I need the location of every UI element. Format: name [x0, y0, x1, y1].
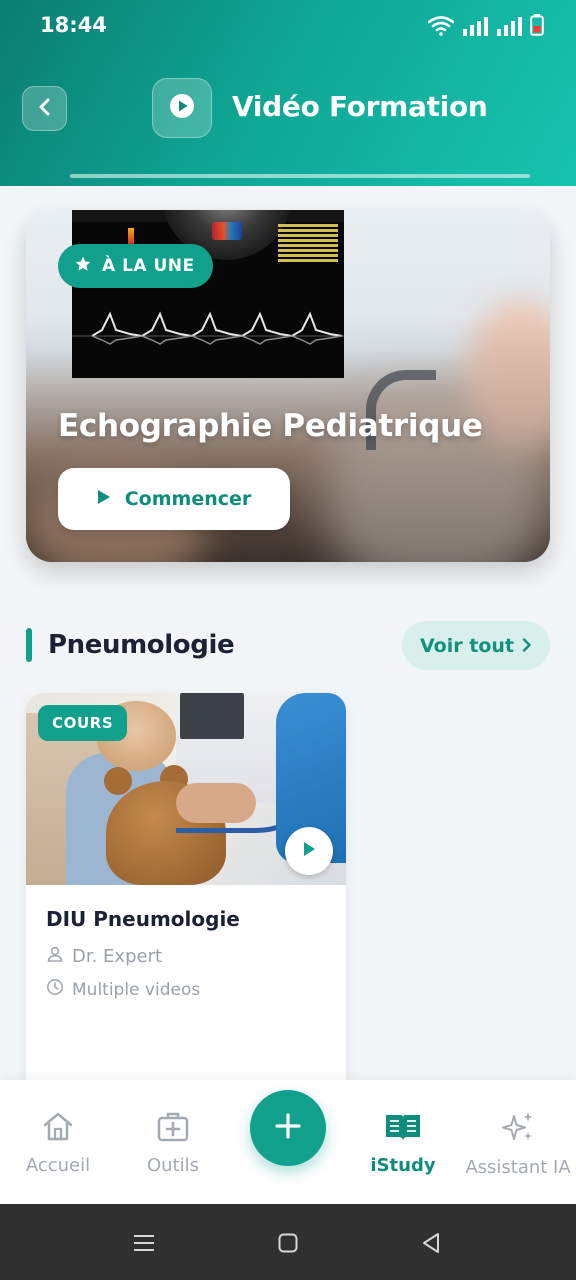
- course-title: DIU Pneumologie: [46, 907, 240, 931]
- bottom-navigation: Accueil Outils iStudy Assistant IA: [0, 1080, 576, 1204]
- featured-badge-label: À LA UNE: [102, 256, 195, 276]
- signal-icon: [496, 16, 522, 36]
- ultrasound-screen-image: [72, 210, 344, 378]
- course-author: Dr. Expert: [46, 945, 162, 968]
- play-circle-icon: [168, 92, 196, 124]
- course-play-button[interactable]: [285, 827, 333, 875]
- battery-low-icon: [530, 14, 544, 36]
- system-navigation-bar: [0, 1204, 576, 1280]
- nav-item-istudy[interactable]: iStudy: [343, 1110, 463, 1176]
- star-icon: [74, 255, 92, 278]
- status-time: 18:44: [40, 13, 107, 37]
- course-duration: Multiple videos: [46, 978, 200, 1001]
- course-author-name: Dr. Expert: [72, 946, 163, 967]
- page-title: Vidéo Formation: [232, 90, 488, 123]
- back-button[interactable]: [22, 86, 67, 131]
- title-icon-box: [152, 78, 212, 138]
- plus-icon: [275, 1113, 301, 1143]
- nav-item-label: Outils: [146, 1155, 199, 1176]
- doppler-waveform: [72, 311, 344, 345]
- status-icons: [428, 14, 544, 36]
- course-duration-text: Multiple videos: [72, 979, 201, 1000]
- app-header: 18:44 Vidéo Formation: [0, 0, 576, 186]
- section-title: Pneumologie: [48, 630, 235, 660]
- menu-icon[interactable]: [129, 1228, 159, 1258]
- nav-item-assistant-ia[interactable]: Assistant IA: [458, 1110, 576, 1178]
- book-open-icon: [384, 1110, 422, 1147]
- doppler-box: [212, 222, 242, 240]
- see-all-button[interactable]: Voir tout: [402, 621, 550, 670]
- clock-icon: [46, 978, 64, 1001]
- wifi-icon: [428, 16, 454, 36]
- color-scale-bar: [128, 228, 134, 244]
- status-bar: 18:44: [0, 0, 576, 52]
- home-icon: [41, 1110, 75, 1147]
- home-square-icon[interactable]: [273, 1228, 303, 1258]
- course-type-badge: COURS: [38, 705, 128, 741]
- nav-item-accueil[interactable]: Accueil: [0, 1110, 118, 1176]
- thumbnail-doctor-hand: [176, 783, 256, 823]
- sparkles-icon: [500, 1110, 536, 1149]
- nav-item-label: Accueil: [25, 1155, 91, 1176]
- ultrasound-readouts: [278, 222, 338, 282]
- nav-item-label: iStudy: [370, 1155, 436, 1176]
- course-thumbnail: COURS: [26, 693, 346, 885]
- thumbnail-bear-ear: [104, 767, 132, 795]
- back-triangle-icon[interactable]: [416, 1228, 446, 1258]
- see-all-label: Voir tout: [420, 634, 514, 657]
- add-button[interactable]: [250, 1090, 326, 1166]
- play-icon: [97, 488, 111, 510]
- header-divider: [70, 174, 530, 178]
- nav-item-outils[interactable]: Outils: [113, 1110, 233, 1176]
- chevron-right-icon: [522, 635, 532, 657]
- featured-card[interactable]: À LA UNE Echographie Pediatrique Commenc…: [26, 210, 550, 562]
- signal-icon: [462, 16, 488, 36]
- medical-kit-icon: [156, 1110, 190, 1147]
- start-button-label: Commencer: [124, 488, 252, 510]
- play-icon: [302, 841, 316, 861]
- start-button[interactable]: Commencer: [58, 468, 290, 530]
- course-card[interactable]: COURS DIU Pneumologie Dr. Expert Multipl…: [26, 693, 346, 1093]
- nav-item-label: Assistant IA: [465, 1157, 571, 1178]
- featured-badge: À LA UNE: [58, 244, 213, 288]
- chevron-left-icon: [37, 97, 53, 121]
- person-icon: [46, 945, 64, 968]
- featured-title: Echographie Pediatrique: [58, 408, 483, 444]
- section-accent-bar: [26, 628, 32, 662]
